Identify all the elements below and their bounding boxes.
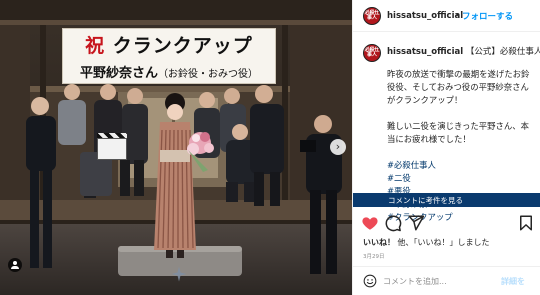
view-comments-bar[interactable]: コメントに考件を見る [353,193,540,207]
crank-up-banner: 祝 クランクアップ 平野紗奈さん（お鈴役・おみつ役） [62,28,276,84]
caption-avatar[interactable]: 必殺仕事人 [363,44,381,62]
avatar-logo-text: 必殺仕事人 [364,47,380,58]
banner-actress-name: 平野紗奈さん [79,66,158,81]
banner-celebration-char: 祝 [85,35,106,57]
caption-title: 【公式】必殺仕事人 [465,47,540,57]
carousel-next-button[interactable]: › [330,139,346,155]
post-date[interactable]: 3月29日 [363,252,385,260]
avatar[interactable]: 必殺仕事人 [363,7,381,25]
clapperboard [97,133,127,160]
comment-input[interactable] [383,274,493,289]
emoji-icon[interactable] [363,274,377,288]
comment-bar: 詳細を [353,266,540,295]
banner-title: 祝 クランクアップ [63,31,275,58]
likes-text: 他、「いいね！」しました [397,238,490,247]
likes-prefix: いいね！ [363,238,395,247]
banner-subtitle: 平野紗奈さん（お鈴役・おみつ役） [63,62,275,81]
post-header: 必殺仕事人 hissatsu_official • フォローする [353,0,540,32]
action-bar [353,214,540,236]
caption-username[interactable]: hissatsu_official [387,47,463,57]
hashtag-link[interactable]: #二役 [387,172,537,185]
banner-crank-up-text: クランクアップ [105,35,253,57]
post-comment-button[interactable]: 詳細を [501,276,525,287]
post-side-panel: 必殺仕事人 hissatsu_official • フォローする 必殺仕事人 h… [352,0,540,295]
heart-icon[interactable] [361,214,379,232]
likes-summary[interactable]: いいね！ 他、「いいね！」しました [363,237,490,248]
header-username[interactable]: hissatsu_official [387,11,463,21]
sparkle-icon [171,266,187,282]
follow-button[interactable]: フォローする [462,10,513,22]
caption-paragraph: 昨夜の放送で衝撃の最期を遂げたお鈴役役、そしておみつ役の平野紗奈さんがクランクア… [387,69,530,105]
caption-paragraph: 難しい二役を演じきった平野さん、本当にお疲れ様でした！ [387,121,530,144]
hashtag-link[interactable]: #必殺仕事人 [387,159,537,172]
banner-roles: （お鈴役・おみつ役） [158,69,258,80]
view-comments-label: コメントに考件を見る [388,196,463,205]
caption-header: hissatsu_official 【公式】必殺仕事人 [387,45,540,57]
post-photo[interactable]: 祝 クランクアップ 平野紗奈さん（お鈴役・おみつ役） › [0,0,352,295]
comment-icon[interactable] [384,214,402,232]
separator-dot: • [455,11,460,20]
tagged-users-icon[interactable] [8,258,22,272]
avatar-logo-text: 必殺仕事人 [364,10,380,21]
share-icon[interactable] [407,214,425,232]
chevron-right-icon: › [335,140,341,153]
bookmark-icon[interactable] [517,214,535,232]
